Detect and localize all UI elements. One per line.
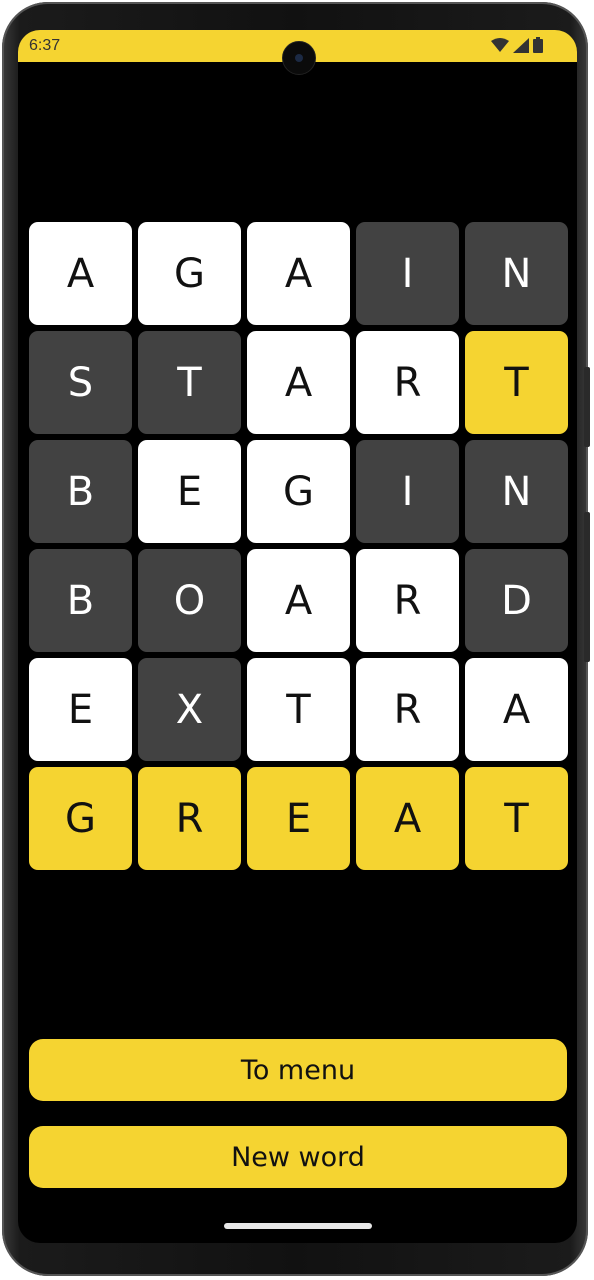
letter-tile: A <box>29 222 132 325</box>
status-icons <box>491 37 543 53</box>
letter-tile: T <box>465 767 568 870</box>
letter-tile: R <box>356 549 459 652</box>
letter-tile: X <box>138 658 241 761</box>
battery-icon <box>533 37 543 53</box>
letter-tile: I <box>356 440 459 543</box>
signal-icon <box>513 37 529 53</box>
letter-tile: D <box>465 549 568 652</box>
power-button <box>584 367 590 447</box>
letter-tile: T <box>465 331 568 434</box>
screen: 6:37 AGAINSTARTBEGINBOARDEXTRAGREAT To m… <box>18 30 577 1243</box>
letter-tile: E <box>29 658 132 761</box>
letter-tile: R <box>356 331 459 434</box>
letter-tile: N <box>465 440 568 543</box>
front-camera <box>282 41 316 75</box>
phone-frame: 6:37 AGAINSTARTBEGINBOARDEXTRAGREAT To m… <box>2 2 590 1276</box>
wifi-icon <box>491 38 509 52</box>
letter-tile: G <box>29 767 132 870</box>
word-board: AGAINSTARTBEGINBOARDEXTRAGREAT <box>29 222 568 870</box>
letter-tile: S <box>29 331 132 434</box>
letter-tile: G <box>138 222 241 325</box>
letter-tile: I <box>356 222 459 325</box>
letter-tile: T <box>247 658 350 761</box>
letter-tile: E <box>138 440 241 543</box>
letter-tile: E <box>247 767 350 870</box>
letter-tile: T <box>138 331 241 434</box>
letter-tile: A <box>465 658 568 761</box>
volume-button <box>584 512 590 662</box>
letter-tile: B <box>29 549 132 652</box>
letter-tile: A <box>356 767 459 870</box>
letter-tile: R <box>138 767 241 870</box>
letter-tile: N <box>465 222 568 325</box>
letter-tile: A <box>247 222 350 325</box>
letter-tile: G <box>247 440 350 543</box>
letter-tile: B <box>29 440 132 543</box>
letter-tile: A <box>247 331 350 434</box>
status-time: 6:37 <box>29 37 61 54</box>
home-indicator[interactable] <box>224 1223 372 1229</box>
to-menu-button[interactable]: To menu <box>29 1039 567 1101</box>
letter-tile: A <box>247 549 350 652</box>
letter-tile: R <box>356 658 459 761</box>
letter-tile: O <box>138 549 241 652</box>
new-word-button[interactable]: New word <box>29 1126 567 1188</box>
